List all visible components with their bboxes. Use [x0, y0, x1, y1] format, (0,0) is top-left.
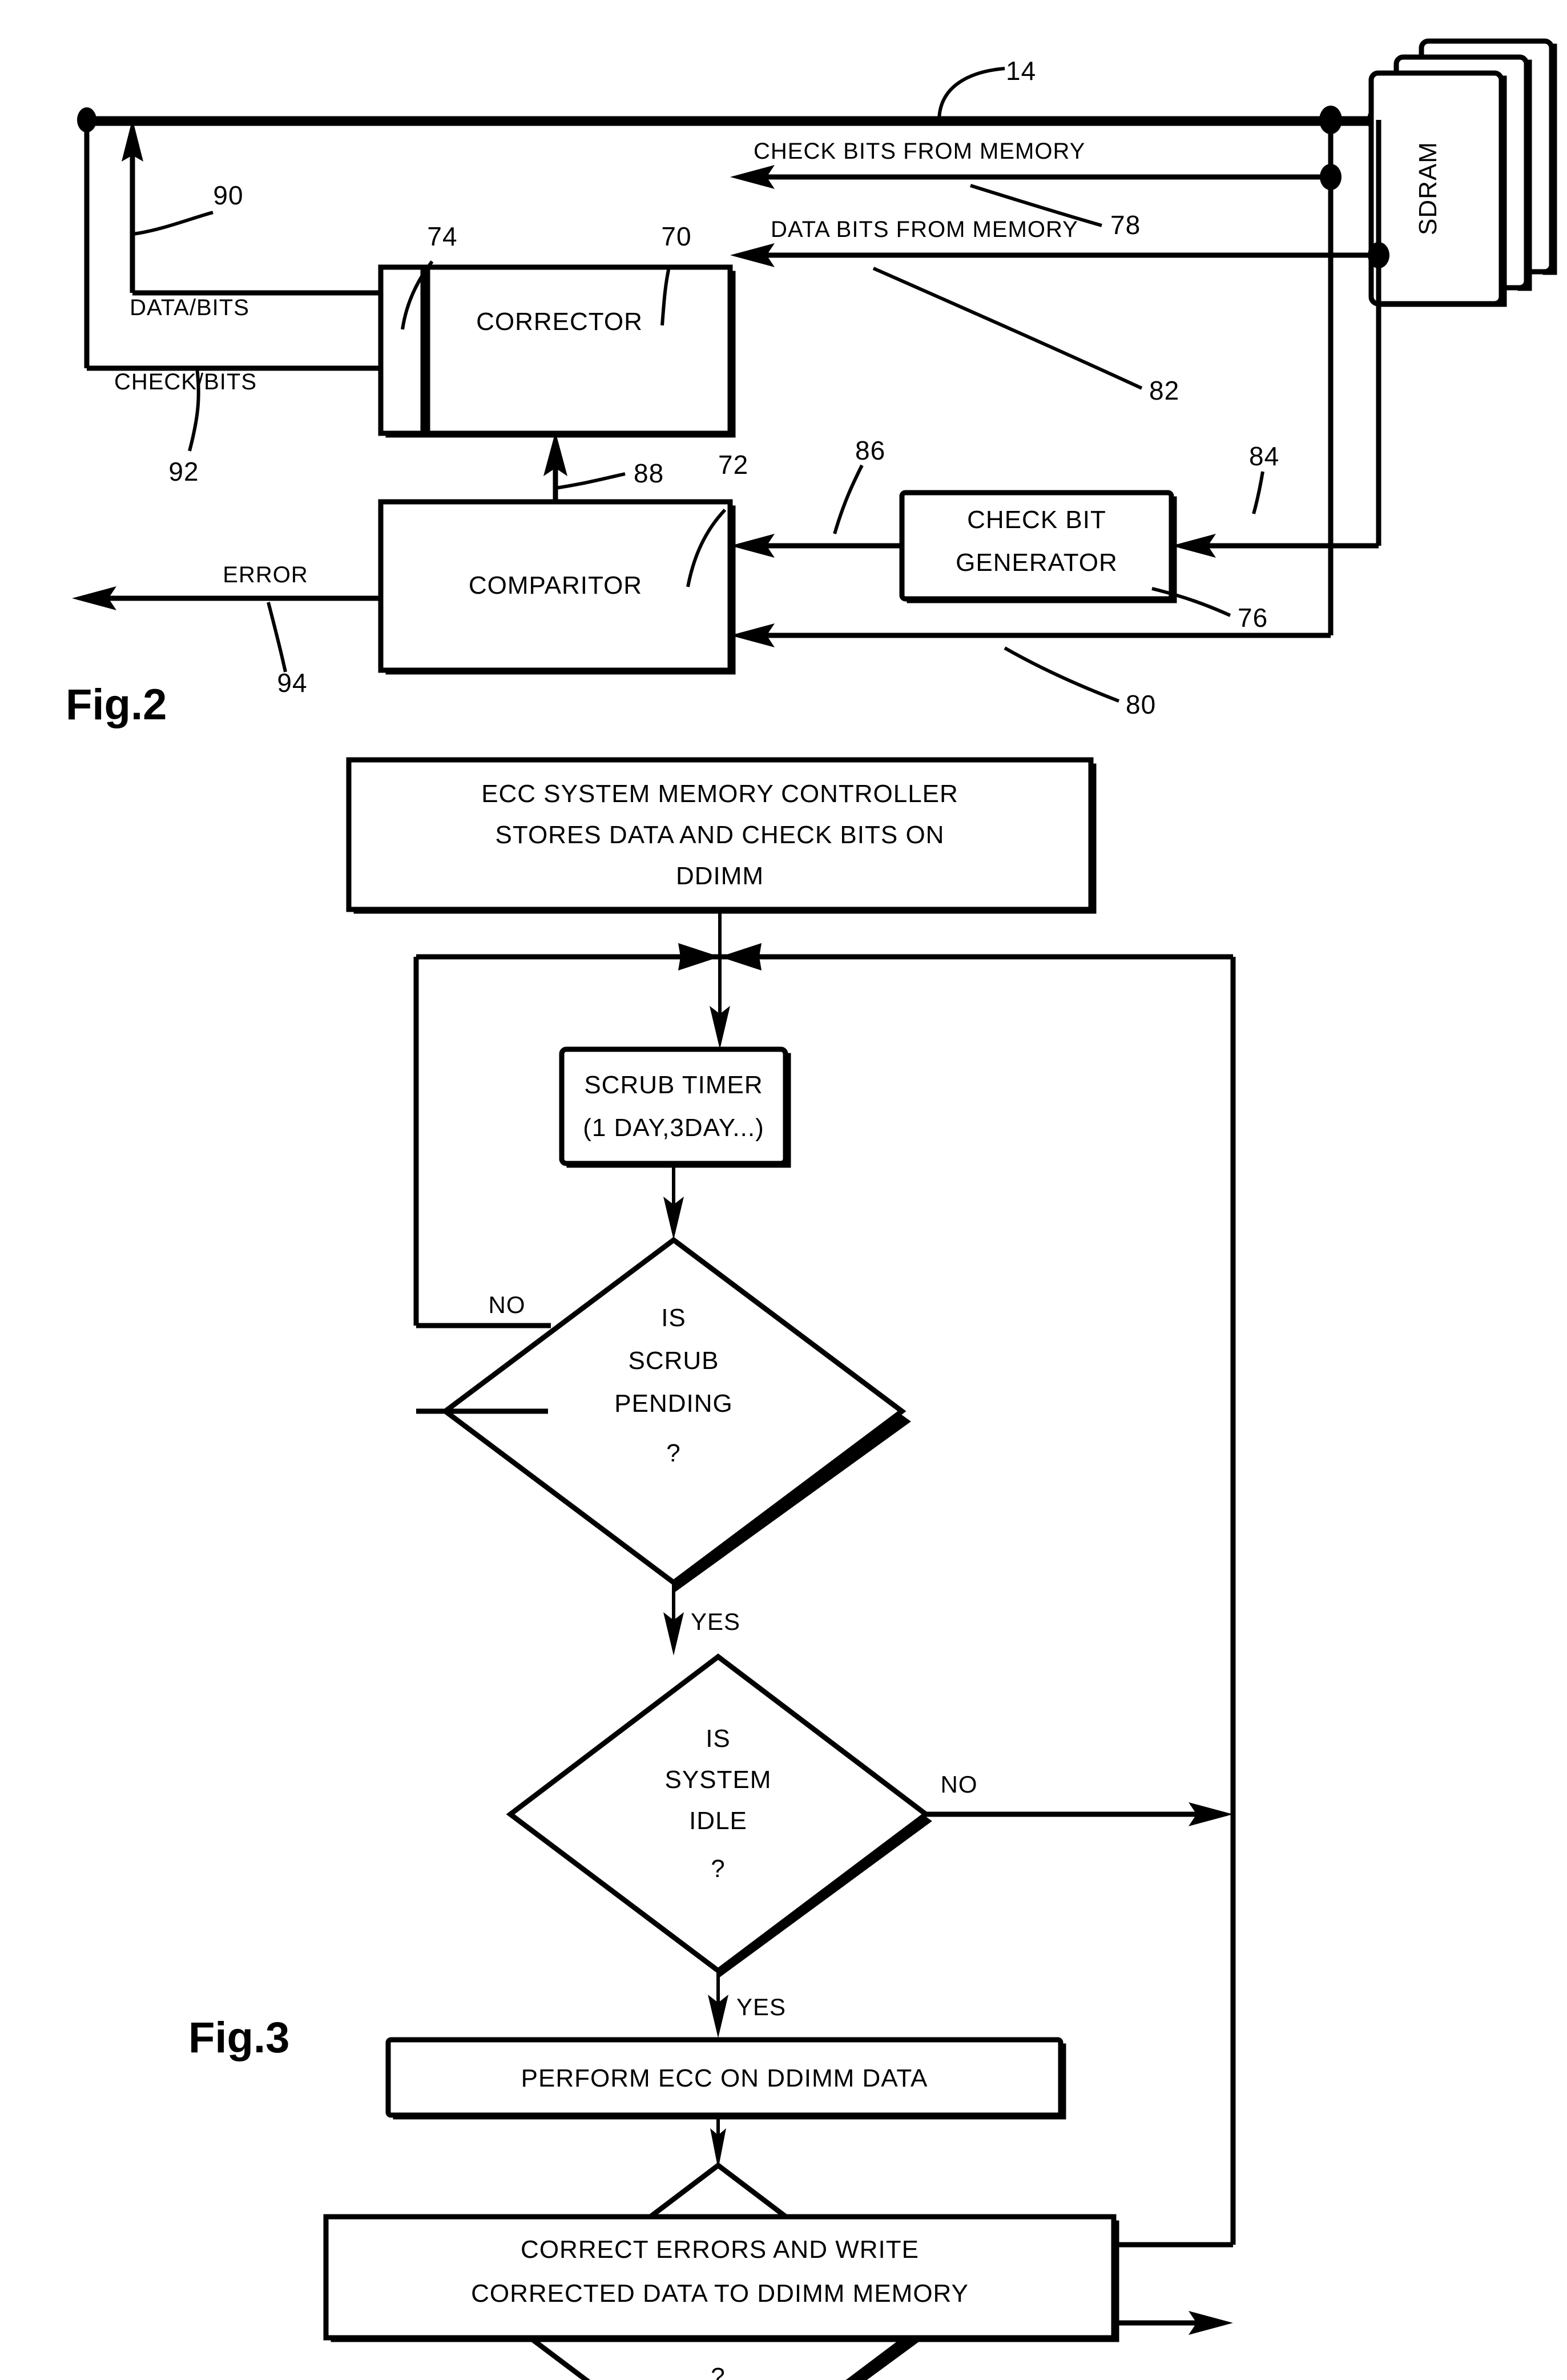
leader-88 [555, 472, 626, 490]
leader-90 [132, 211, 214, 236]
sdram-stack: SDRAM [1368, 38, 1557, 307]
ref-74: 74 [427, 222, 457, 251]
fig3-group: ECC SYSTEM MEMORY CONTROLLER STORES DATA… [188, 757, 1236, 2380]
is-scrub-pending-line1: IS [661, 1304, 686, 1332]
ref-70: 70 [661, 222, 691, 251]
ref-90: 90 [213, 180, 243, 210]
ref-94: 94 [277, 668, 307, 698]
cbg-label-line2: GENERATOR [956, 549, 1118, 577]
ref-92: 92 [168, 457, 199, 486]
ref-88: 88 [634, 458, 664, 488]
is-system-idle-line3: IDLE [689, 1807, 747, 1835]
is-system-idle-no-label: NO [941, 1771, 978, 1798]
corrector-block: CORRECTOR [378, 264, 736, 438]
sdram-label: SDRAM [1414, 142, 1442, 235]
corrector-label: CORRECTOR [476, 308, 643, 336]
check-bits-label: CHECK/BITS [114, 369, 257, 394]
node-correct-errors: CORRECT ERRORS AND WRITE CORRECTED DATA … [323, 2214, 1119, 2342]
node-scrub-timer: SCRUB TIMER (1 DAY,3DAY...) [559, 1046, 791, 1168]
ref-76: 76 [1238, 603, 1268, 633]
rail-arrow-right [720, 943, 762, 970]
ref-82: 82 [1149, 376, 1179, 405]
leader-82 [872, 267, 1143, 390]
rail-arrow-left [678, 943, 720, 970]
data-bits-label: DATA/BITS [130, 295, 249, 320]
is-system-idle-line4: ? [711, 1855, 725, 1883]
store-step-line3: DDIMM [676, 862, 764, 890]
node-store-step: ECC SYSTEM MEMORY CONTROLLER STORES DATA… [346, 757, 1097, 914]
figure-canvas: SDRAM CORRECTOR COMPARITOR CHECK BIT GEN… [66, 38, 1557, 2380]
leader-84 [1252, 471, 1264, 514]
ref-14: 14 [1006, 56, 1036, 86]
is-scrub-pending-no-label: NO [489, 1291, 526, 1318]
perform-ecc-line1: PERFORM ECC ON DDIMM DATA [521, 2064, 928, 2092]
node-is-system-idle: IS SYSTEM IDLE ? [506, 1653, 932, 1979]
store-step-line2: STORES DATA AND CHECK BITS ON [496, 821, 945, 849]
ref-78: 78 [1110, 210, 1141, 240]
leader-80 [1004, 646, 1120, 703]
any-errors-line4: ? [711, 2363, 725, 2380]
data-bits-from-memory-label: DATA BITS FROM MEMORY [771, 217, 1078, 242]
scrub-timer-line2: (1 DAY,3DAY...) [583, 1114, 764, 1142]
ref-72: 72 [718, 450, 748, 480]
scrub-timer-rect [559, 1046, 788, 1166]
is-scrub-pending-line3: PENDING [614, 1390, 732, 1417]
leader-94 [267, 602, 287, 672]
is-scrub-pending-line4: ? [666, 1439, 680, 1467]
corrector-rect [378, 264, 733, 436]
leader-14 [937, 67, 1005, 122]
ref-86: 86 [855, 436, 885, 465]
cbg-label-line1: CHECK BIT [967, 506, 1106, 534]
is-scrub-pending-line2: SCRUB [628, 1347, 719, 1375]
patent-figure-sheet: SDRAM CORRECTOR COMPARITOR CHECK BIT GEN… [0, 0, 1567, 2380]
is-system-idle-yes-label: YES [736, 1994, 786, 2020]
ref-80: 80 [1126, 690, 1156, 719]
fig3-caption: Fig.3 [188, 2013, 289, 2062]
fig2-caption: Fig.2 [66, 680, 167, 729]
correct-errors-line2: CORRECTED DATA TO DDIMM MEMORY [471, 2280, 969, 2307]
is-system-idle-line2: SYSTEM [665, 1766, 772, 1794]
correct-errors-rect [323, 2214, 1117, 2341]
comparitor-label: COMPARITOR [469, 571, 642, 599]
is-scrub-pending-yes-label: YES [691, 1608, 740, 1635]
error-label: ERROR [223, 562, 308, 587]
correct-errors-line1: CORRECT ERRORS AND WRITE [521, 2236, 919, 2264]
comparitor-block: COMPARITOR [378, 499, 736, 675]
fig2-group: SDRAM CORRECTOR COMPARITOR CHECK BIT GEN… [66, 38, 1557, 729]
scrub-timer-line1: SCRUB TIMER [584, 1071, 763, 1099]
is-system-idle-line1: IS [706, 1725, 731, 1753]
ref-84: 84 [1249, 441, 1279, 471]
check-bit-generator-block: CHECK BIT GENERATOR [899, 490, 1177, 603]
store-step-line1: ECC SYSTEM MEMORY CONTROLLER [481, 780, 958, 808]
leader-86 [833, 464, 864, 534]
node-perform-ecc: PERFORM ECC ON DDIMM DATA [385, 2037, 1066, 2120]
check-bits-from-memory-label: CHECK BITS FROM MEMORY [754, 139, 1085, 164]
